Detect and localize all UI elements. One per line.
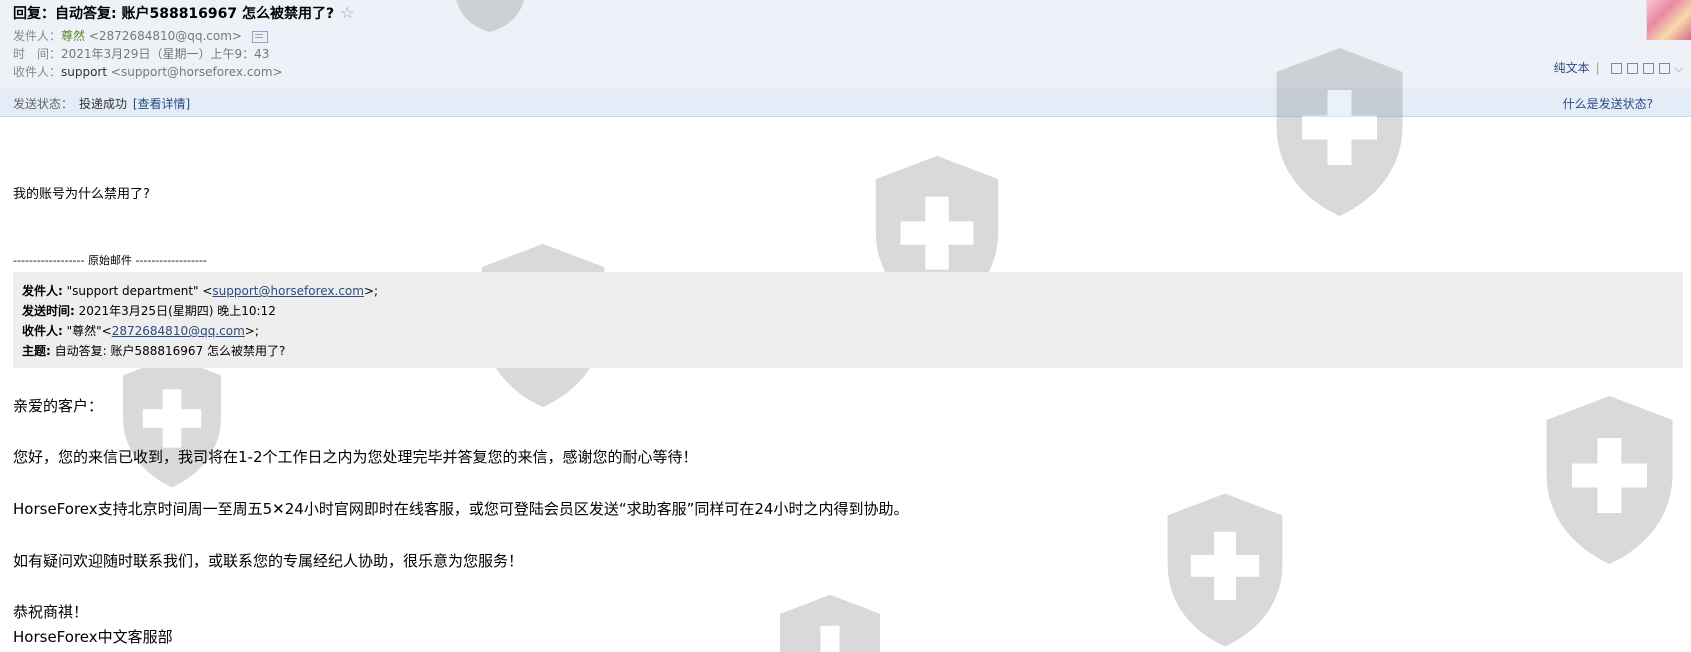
- shield-watermark-icon: [123, 356, 221, 488]
- toolbar-separator: |: [1595, 61, 1600, 75]
- status-left: 发送状态： 投递成功 [查看详情]: [13, 95, 190, 112]
- popout-icon[interactable]: [1610, 63, 1622, 74]
- time-label: 时 间：: [13, 47, 62, 61]
- chevron-down-icon[interactable]: ⌵: [1675, 62, 1683, 76]
- sender-name[interactable]: 尊然: [61, 29, 85, 43]
- email-subject: 回复：自动答复: 账户588816967 怎么被禁用了? ☆: [13, 3, 354, 23]
- quoted-to-prefix: "尊然"<: [62, 324, 112, 338]
- quoted-subject-value: 自动答复: 账户588816967 怎么被禁用了?: [50, 344, 286, 358]
- closing: 恭祝商祺！: [13, 603, 89, 621]
- print-icon[interactable]: [1658, 63, 1670, 74]
- message-toolbar: 纯文本 | ⌵: [1554, 59, 1683, 76]
- paragraph-contact: 如有疑问欢迎随时联系我们，或联系您的专属经纪人协助，很乐意为您服务！: [13, 552, 524, 570]
- sender-address[interactable]: <2872684810@qq.com>: [89, 29, 242, 43]
- quoted-to-label: 收件人:: [22, 324, 63, 338]
- window-icon[interactable]: [1626, 63, 1638, 74]
- status-label: 发送状态：: [13, 97, 74, 111]
- delivery-status-bar: 发送状态： 投递成功 [查看详情] 什么是发送状态?: [0, 88, 1691, 117]
- quoted-to-email-link[interactable]: 2872684810@qq.com: [112, 324, 245, 338]
- quoted-from-row: 发件人: "support department" <support@horse…: [22, 282, 378, 299]
- save-icon[interactable]: [1642, 63, 1654, 74]
- status-value: 投递成功: [79, 97, 128, 111]
- quoted-to-row: 收件人: "尊然"<2872684810@qq.com>;: [22, 322, 259, 339]
- from-row: 发件人：尊然 <2872684810@qq.com>: [13, 27, 268, 44]
- quoted-time-value: 2021年3月25日(星期四) 晚上10:12: [74, 304, 276, 318]
- subject-text: 回复：自动答复: 账户588816967 怎么被禁用了?: [13, 6, 335, 22]
- quoted-subject-label: 主题:: [22, 344, 51, 358]
- what-is-status-link[interactable]: 什么是发送状态?: [1563, 95, 1653, 112]
- avatar[interactable]: [1646, 0, 1691, 40]
- star-icon[interactable]: ☆: [340, 3, 354, 22]
- reply-question: 我的账号为什么禁用了?: [13, 187, 150, 202]
- original-mail-separator: ------------------ 原始邮件 ----------------…: [13, 254, 207, 267]
- shield-watermark-icon: [1546, 396, 1673, 564]
- from-label: 发件人：: [13, 29, 62, 43]
- to-label: 收件人：: [13, 65, 62, 79]
- quoted-from-prefix: "support department" <: [62, 284, 213, 298]
- to-row: 收件人：support <support@horseforex.com>: [13, 63, 283, 80]
- view-details-link[interactable]: [查看详情]: [133, 97, 190, 111]
- quoted-subject-row: 主题: 自动答复: 账户588816967 怎么被禁用了?: [22, 342, 285, 359]
- email-header: 回复：自动答复: 账户588816967 怎么被禁用了? ☆ 发件人：尊然 <28…: [0, 0, 1691, 88]
- quoted-time-label: 发送时间:: [22, 304, 75, 318]
- paragraph-received: 您好，您的来信已收到，我司将在1-2个工作日之内为您处理完毕并答复您的来信，感谢…: [13, 448, 698, 466]
- greeting: 亲爱的客户：: [13, 397, 104, 415]
- quoted-from-label: 发件人:: [22, 284, 63, 298]
- recipient-address[interactable]: <support@horseforex.com>: [111, 65, 283, 79]
- paragraph-support-hours: HorseForex支持北京时间周一至周五5✕24小时官网即时在线客服，或您可登…: [13, 500, 909, 518]
- signature: HorseForex中文客服部: [13, 628, 173, 646]
- quoted-from-email-link[interactable]: support@horseforex.com: [212, 284, 364, 298]
- recipient-name[interactable]: support: [61, 65, 107, 79]
- time-value: 2021年3月29日（星期一）上午9：43: [61, 47, 270, 61]
- quoted-to-suffix: >;: [244, 324, 259, 338]
- shield-watermark-icon: [1167, 493, 1283, 647]
- quoted-time-row: 发送时间: 2021年3月25日(星期四) 晚上10:12: [22, 302, 276, 319]
- plain-text-button[interactable]: 纯文本: [1554, 61, 1590, 75]
- quoted-from-suffix: >;: [363, 284, 379, 298]
- shield-watermark-icon: [779, 594, 881, 652]
- vcard-icon[interactable]: [251, 30, 268, 43]
- time-row: 时 间：2021年3月29日（星期一）上午9：43: [13, 45, 269, 62]
- quoted-header-box: 发件人: "support department" <support@horse…: [13, 272, 1683, 368]
